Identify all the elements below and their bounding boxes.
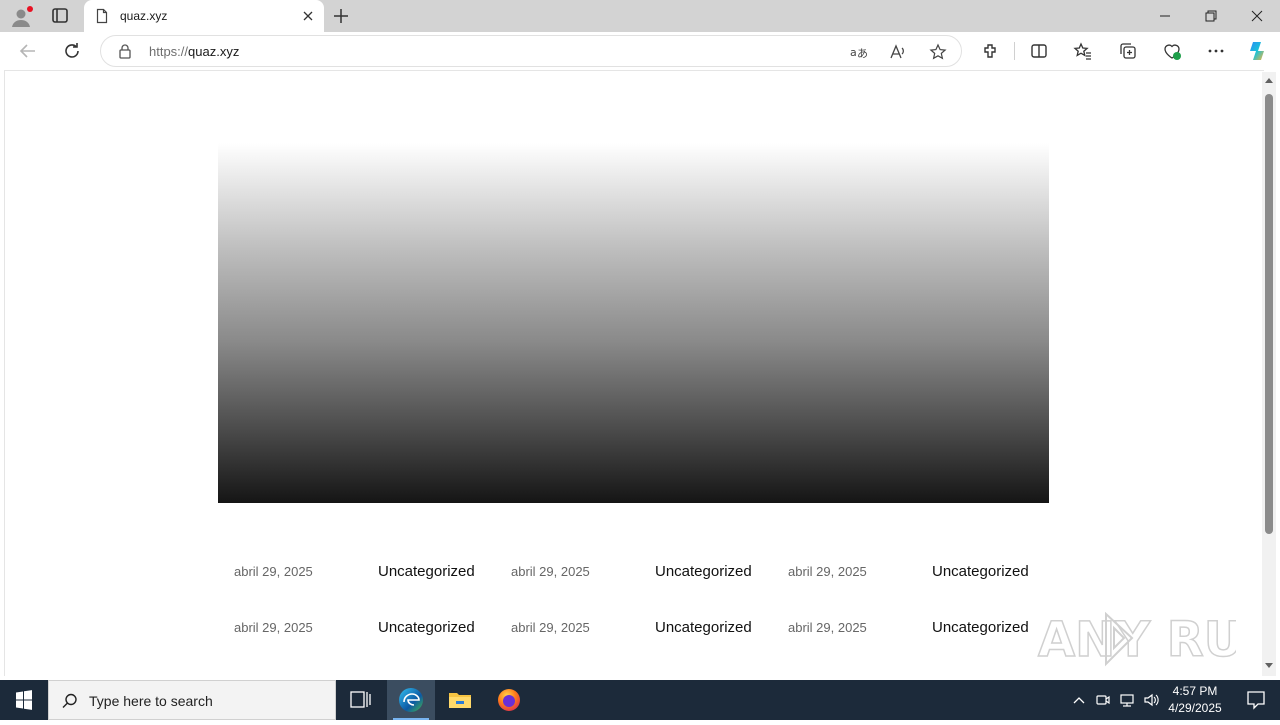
- windows-start-icon[interactable]: [0, 680, 48, 720]
- tab-title: quaz.xyz: [120, 9, 168, 23]
- post-category-link[interactable]: Uncategorized: [655, 563, 752, 580]
- featured-image[interactable]: [218, 143, 1049, 503]
- clock-date: 4/29/2025: [1168, 701, 1222, 715]
- split-screen-icon[interactable]: [1029, 41, 1049, 61]
- browser-toolbar: https://quaz.xyz aあ: [0, 32, 1280, 70]
- svg-text:あ: あ: [857, 47, 867, 60]
- collections-icon[interactable]: [1118, 41, 1138, 61]
- edge-taskbar-icon[interactable]: [387, 680, 435, 720]
- tab-strip: quaz.xyz: [0, 0, 1280, 32]
- search-placeholder: Type here to search: [89, 693, 213, 709]
- network-icon[interactable]: [1119, 692, 1135, 708]
- minimize-button[interactable]: [1142, 0, 1188, 32]
- more-menu-icon[interactable]: [1206, 41, 1226, 61]
- meet-now-icon[interactable]: [1095, 692, 1111, 708]
- post-row: abril 29, 2025 Uncategorized abril 29, 2…: [234, 561, 1054, 585]
- url-host: quaz.xyz: [188, 44, 240, 59]
- post-category-link[interactable]: Uncategorized: [932, 563, 1029, 580]
- page-viewport: abril 29, 2025 Uncategorized abril 29, 2…: [4, 70, 1264, 676]
- taskbar-search-box[interactable]: Type here to search: [48, 680, 336, 720]
- notifications-icon[interactable]: [1236, 680, 1276, 720]
- copilot-icon[interactable]: [1246, 39, 1270, 63]
- task-view-icon[interactable]: [336, 680, 384, 720]
- post-date: abril 29, 2025: [234, 620, 313, 635]
- search-icon: [61, 692, 79, 710]
- page-scrollbar[interactable]: [1262, 72, 1276, 676]
- url-text[interactable]: https://quaz.xyz: [149, 44, 239, 59]
- system-clock[interactable]: 4:57 PM 4/29/2025: [1164, 683, 1226, 717]
- profile-icon[interactable]: [9, 5, 33, 29]
- reload-icon[interactable]: [60, 39, 84, 63]
- favorite-star-icon[interactable]: [929, 43, 947, 61]
- post-row: abril 29, 2025 Uncategorized abril 29, 2…: [234, 617, 1054, 641]
- post-date: abril 29, 2025: [788, 564, 867, 579]
- post-date: abril 29, 2025: [511, 620, 590, 635]
- scroll-down-arrow-icon[interactable]: [1265, 663, 1273, 668]
- file-explorer-icon[interactable]: [436, 680, 484, 720]
- taskbar: Type here to search 4:57 PM 4/29/2025: [0, 680, 1280, 720]
- restore-button[interactable]: [1188, 0, 1234, 32]
- tab-actions-icon[interactable]: [48, 5, 72, 27]
- clock-time: 4:57 PM: [1172, 684, 1218, 698]
- post-category-link[interactable]: Uncategorized: [378, 619, 475, 636]
- show-hidden-icons-chevron-icon[interactable]: [1071, 692, 1087, 708]
- volume-icon[interactable]: [1143, 692, 1159, 708]
- toolbar-divider: [1014, 42, 1015, 60]
- address-bar[interactable]: https://quaz.xyz aあ: [100, 35, 962, 67]
- new-tab-icon[interactable]: [330, 5, 352, 27]
- favorites-icon[interactable]: [1073, 41, 1093, 61]
- extensions-icon[interactable]: [981, 41, 1001, 61]
- post-date: abril 29, 2025: [511, 564, 590, 579]
- close-window-button[interactable]: [1234, 0, 1280, 32]
- post-date: abril 29, 2025: [234, 564, 313, 579]
- lock-icon[interactable]: [117, 43, 133, 59]
- scrollbar-thumb[interactable]: [1265, 94, 1273, 534]
- browser-essentials-icon[interactable]: [1162, 41, 1182, 61]
- firefox-icon[interactable]: [485, 680, 533, 720]
- watermark-logo: ANY RUN: [1037, 611, 1236, 669]
- watermark-text: ANY RUN: [1038, 612, 1236, 668]
- post-date: abril 29, 2025: [788, 620, 867, 635]
- page-icon: [94, 8, 110, 24]
- post-category-link[interactable]: Uncategorized: [655, 619, 752, 636]
- svg-text:a: a: [850, 46, 857, 59]
- post-category-link[interactable]: Uncategorized: [932, 619, 1029, 636]
- url-protocol: https://: [149, 44, 189, 59]
- read-aloud-icon[interactable]: [889, 43, 907, 61]
- back-icon[interactable]: [16, 39, 40, 63]
- close-tab-icon[interactable]: [300, 8, 316, 24]
- post-category-link[interactable]: Uncategorized: [378, 563, 475, 580]
- translate-icon[interactable]: aあ: [849, 43, 868, 61]
- scroll-up-arrow-icon[interactable]: [1265, 78, 1273, 83]
- tab-active[interactable]: quaz.xyz: [84, 0, 324, 32]
